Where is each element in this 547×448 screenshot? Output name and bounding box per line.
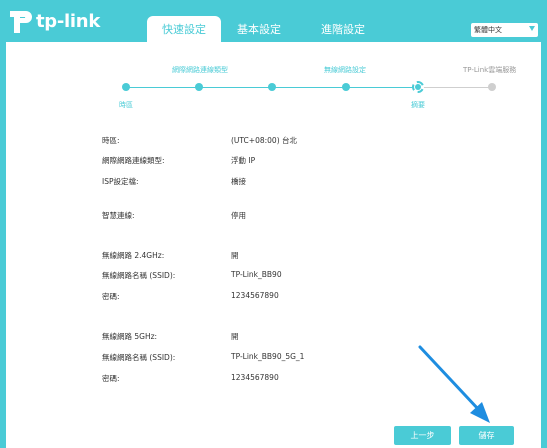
summary-row-timezone: 時區: (UTC+08:00) 台北: [102, 135, 502, 147]
summary-row-wifi24-band: 無線網路 2.4GHz: 開: [102, 250, 502, 262]
step-label-summary: 摘要: [411, 101, 425, 109]
prev-button[interactable]: 上一步: [394, 426, 451, 445]
summary-row-isp: ISP設定檔: 橋接: [102, 176, 502, 188]
row-label: 密碼:: [102, 292, 120, 301]
summary-row-wifi24-password: 密碼: 1234567890: [102, 291, 502, 303]
row-label: 密碼:: [102, 374, 120, 383]
save-button[interactable]: 儲存: [459, 426, 514, 445]
row-label: 網際網路連線類型:: [102, 156, 165, 165]
row-label: 無線網路名稱 (SSID):: [102, 353, 176, 362]
step-dot-internet-2: [268, 83, 276, 91]
summary-row-wifi24-ssid: 無線網路名稱 (SSID): TP-Link_BB90: [102, 270, 502, 282]
language-select[interactable]: 繁體中文: [471, 23, 538, 37]
row-value: 1234567890: [231, 373, 279, 382]
tp-link-logo: tp-link: [6, 6, 106, 36]
row-value: TP-Link_BB90: [231, 270, 282, 279]
main-panel: 網際網路連線類型 無線網路設定 TP-Link雲端服務 時區 摘要 時區: (U…: [6, 42, 541, 448]
row-label: 時區:: [102, 136, 120, 145]
step-dot-cloud: [488, 83, 496, 91]
row-value: TP-Link_BB90_5G_1: [231, 352, 305, 361]
step-dot-wireless: [342, 83, 350, 91]
progress-line-todo: [418, 87, 492, 88]
step-dot-summary-current: [412, 81, 424, 93]
step-dot-timezone: [122, 83, 130, 91]
row-label: ISP設定檔:: [102, 177, 139, 186]
row-value: 橋接: [231, 177, 246, 186]
summary-row-smart-connect: 智慧連線: 停用: [102, 210, 502, 222]
setup-stepper: 網際網路連線類型 無線網路設定 TP-Link雲端服務 時區 摘要: [6, 42, 541, 122]
tab-quick-setup[interactable]: 快速設定: [147, 16, 221, 42]
summary-row-wifi5-band: 無線網路 5GHz: 開: [102, 331, 502, 343]
row-label: 無線網路 2.4GHz:: [102, 251, 165, 260]
summary-row-wifi5-ssid: 無線網路名稱 (SSID): TP-Link_BB90_5G_1: [102, 352, 502, 364]
row-value: 1234567890: [231, 291, 279, 300]
row-label: 智慧連線:: [102, 211, 135, 220]
row-value: 開: [231, 332, 239, 341]
step-dot-internet: [195, 83, 203, 91]
row-value: 浮動 IP: [231, 156, 256, 165]
row-value: 開: [231, 251, 239, 260]
step-label-timezone: 時區: [119, 101, 133, 109]
brand-name: tp-link: [36, 10, 100, 32]
summary-row-wifi5-password: 密碼: 1234567890: [102, 373, 502, 385]
tab-basic[interactable]: 基本設定: [221, 16, 297, 42]
top-bar: tp-link 快速設定 基本設定 進階設定 繁體中文: [0, 0, 547, 42]
step-label-cloud: TP-Link雲端服務: [463, 66, 517, 74]
row-label: 無線網路 5GHz:: [102, 332, 158, 341]
tab-advanced[interactable]: 進階設定: [297, 16, 389, 42]
summary-row-conn-type: 網際網路連線類型: 浮動 IP: [102, 155, 502, 167]
row-value: 停用: [231, 211, 246, 220]
chevron-down-icon: [529, 26, 535, 31]
step-label-internet: 網際網路連線類型: [172, 66, 228, 74]
row-label: 無線網路名稱 (SSID):: [102, 271, 176, 280]
language-selected: 繁體中文: [474, 26, 502, 34]
main-tabs: 快速設定 基本設定 進階設定: [147, 16, 389, 42]
step-label-wireless: 無線網路設定: [324, 66, 366, 74]
row-value: (UTC+08:00) 台北: [231, 136, 298, 145]
tp-link-logo-icon: [10, 11, 32, 33]
